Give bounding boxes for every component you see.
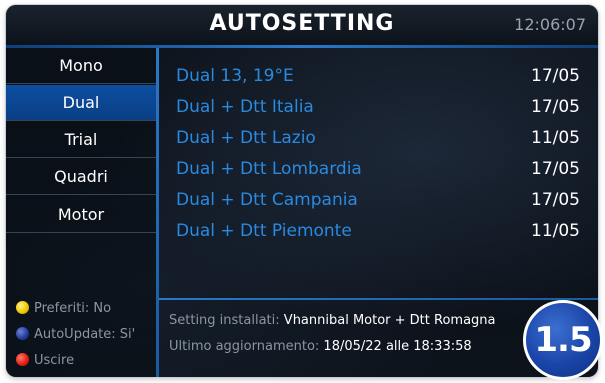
list-item-date: 11/05: [531, 221, 580, 241]
updated-value: 18/05/22 alle 18:33:58: [323, 339, 472, 354]
last-update: Ultimo aggiornamento: 18/05/22 alle 18:3…: [169, 337, 472, 357]
sidebar-item-motor[interactable]: Motor: [6, 197, 156, 233]
list-item[interactable]: Dual + Dtt Lazio 11/05: [159, 123, 598, 154]
list-item-name: Dual + Dtt Lombardia: [176, 159, 362, 179]
list-item-name: Dual 13, 19°E: [176, 66, 294, 86]
legend-label: Preferiti: No: [34, 301, 112, 316]
legend-preferiti[interactable]: Preferiti: No: [16, 299, 111, 319]
legend-label: AutoUpdate: Si': [34, 327, 136, 342]
installed-value: Vhannibal Motor + Dtt Romagna: [283, 313, 496, 328]
list-item-name: Dual + Dtt Lazio: [176, 128, 316, 148]
list-item-name: Dual + Dtt Campania: [176, 190, 358, 210]
clock: 12:06:07: [514, 15, 586, 34]
yellow-button-icon: [16, 301, 29, 314]
sidebar-item-trial[interactable]: Trial: [6, 122, 156, 158]
list-item-date: 17/05: [531, 159, 580, 179]
list-item-date: 17/05: [531, 97, 580, 117]
list-item-date: 17/05: [531, 66, 580, 86]
list-item[interactable]: Dual + Dtt Italia 17/05: [159, 92, 598, 123]
version-badge: 1.5: [523, 300, 603, 380]
installed-settings: Setting installati: Vhannibal Motor + Dt…: [169, 311, 496, 331]
sidebar-item-mono[interactable]: Mono: [6, 48, 156, 84]
red-button-icon: [16, 353, 29, 366]
info-divider: [159, 298, 598, 300]
installed-label: Setting installati:: [169, 313, 280, 328]
sidebar: Mono Dual Trial Quadri Motor Preferiti: …: [6, 48, 156, 377]
updated-label: Ultimo aggiornamento:: [169, 339, 320, 354]
list-item[interactable]: Dual + Dtt Piemonte 11/05: [159, 216, 598, 247]
list-item-date: 17/05: [531, 190, 580, 210]
sidebar-item-dual[interactable]: Dual: [6, 85, 156, 121]
list-item-name: Dual + Dtt Piemonte: [176, 221, 352, 241]
legend-autoupdate[interactable]: AutoUpdate: Si': [16, 325, 135, 345]
legend-label: Uscire: [34, 353, 75, 368]
legend-uscire[interactable]: Uscire: [16, 351, 74, 371]
list-item-date: 11/05: [531, 128, 580, 148]
header-bar: AUTOSETTING 12:06:07: [6, 5, 598, 45]
app-screen: AUTOSETTING 12:06:07 Mono Dual Trial Qua…: [6, 5, 598, 377]
list-item[interactable]: Dual 13, 19°E 17/05: [159, 61, 598, 92]
app-title: AUTOSETTING: [209, 11, 395, 36]
list-item[interactable]: Dual + Dtt Campania 17/05: [159, 185, 598, 216]
list-item-name: Dual + Dtt Italia: [176, 97, 314, 117]
setting-list: Dual 13, 19°E 17/05 Dual + Dtt Italia 17…: [159, 48, 598, 298]
blue-button-icon: [16, 327, 29, 340]
sidebar-item-quadri[interactable]: Quadri: [6, 159, 156, 195]
list-item[interactable]: Dual + Dtt Lombardia 17/05: [159, 154, 598, 185]
